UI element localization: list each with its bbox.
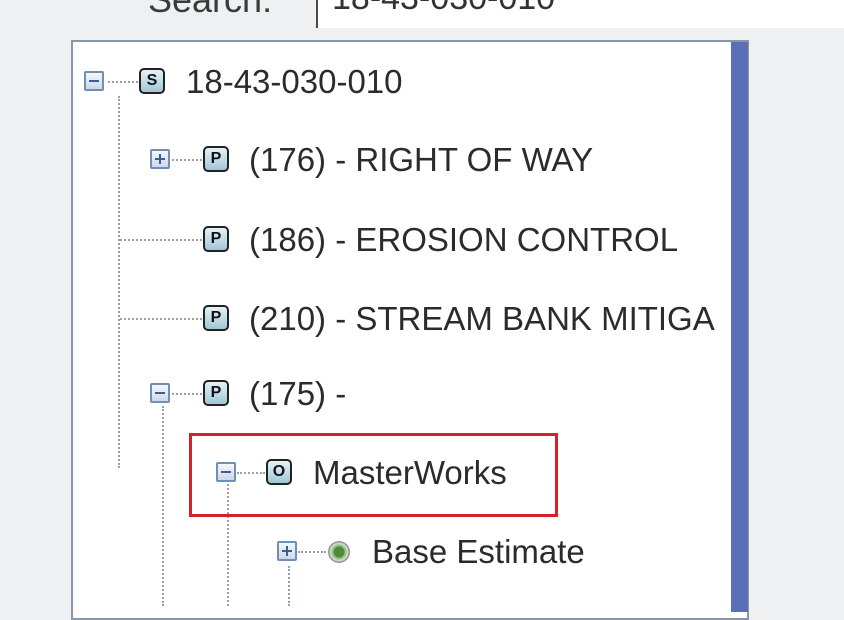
tree-connector-line [118,96,120,468]
search-bar: Search: 18-43-030-010 [0,0,844,30]
collapse-icon[interactable] [84,71,104,91]
expand-icon[interactable] [277,541,297,561]
tree-connector-line [108,81,138,83]
tree-connector-line [120,239,202,241]
estimate-radio-icon [328,541,350,563]
tree-connector-line [172,159,202,161]
tree-node-label[interactable]: (186) - EROSION CONTROL [249,221,678,259]
project-badge-icon: P [203,146,229,172]
tree-node-label[interactable]: (176) - RIGHT OF WAY [249,141,593,179]
tree-connector-line [172,393,202,395]
collapse-icon[interactable] [150,383,170,403]
search-label: Search: [148,0,272,20]
station-badge-icon: S [139,68,165,94]
tree-connector-line [288,566,290,606]
tree-connector-line [120,318,202,320]
project-badge-icon: P [203,226,229,252]
tree-node-label[interactable]: (210) - STREAM BANK MITIGA [249,300,715,338]
project-badge-icon: P [203,380,229,406]
project-badge-icon: P [203,305,229,331]
search-input[interactable]: 18-43-030-010 [316,0,844,28]
tree-node-label[interactable]: Base Estimate [372,533,585,571]
tree-connector-line [298,551,326,553]
tree-connector-line [162,406,164,606]
tree-node-label[interactable]: 18-43-030-010 [186,63,403,101]
expand-icon[interactable] [150,149,170,169]
highlight-box [189,433,558,517]
tree-node-label[interactable]: (175) - [249,375,346,413]
search-input-value: 18-43-030-010 [332,0,555,18]
vertical-scrollbar[interactable] [731,42,748,612]
